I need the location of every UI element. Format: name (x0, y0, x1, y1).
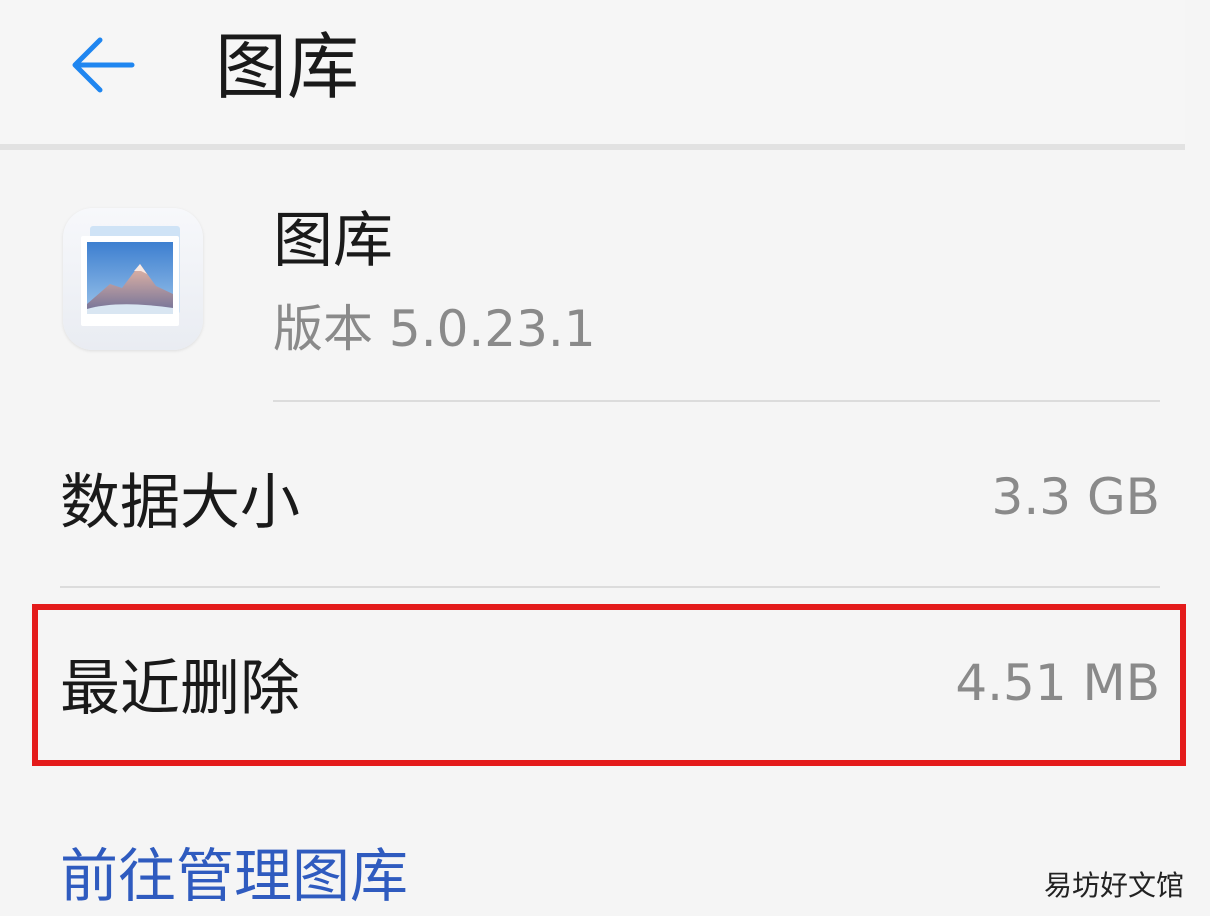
highlight-box (32, 604, 1186, 766)
page-title: 图库 (215, 25, 360, 109)
divider (60, 586, 1160, 588)
data-size-value: 3.3 GB (991, 468, 1160, 526)
divider (273, 400, 1160, 402)
data-size-label: 数据大小 (60, 467, 300, 538)
manage-gallery-link[interactable]: 前往管理图库 (60, 838, 408, 914)
app-name: 图库 (273, 206, 393, 276)
gallery-app-icon (63, 208, 203, 350)
app-version: 版本 5.0.23.1 (273, 300, 596, 358)
top-app-bar: 图库 (0, 0, 1185, 150)
arrow-left-icon (72, 37, 134, 93)
data-size-row: 数据大小 3.3 GB (60, 442, 1160, 552)
watermark: 易坊好文馆 (1043, 869, 1184, 902)
app-details-page: 图库 图库 版本 5.0.23.1 数据大小 3.3 GB 最近删除 4.51 … (0, 0, 1210, 916)
back-button[interactable] (60, 25, 145, 105)
